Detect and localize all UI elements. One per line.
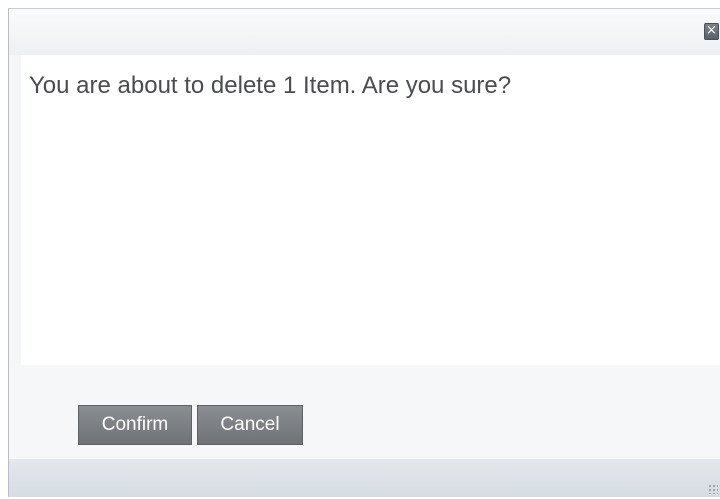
confirm-button[interactable]: Confirm xyxy=(78,405,192,445)
resize-grip-icon[interactable] xyxy=(708,484,718,494)
dialog-statusbar xyxy=(9,459,720,497)
dialog-titlebar: × xyxy=(9,9,720,55)
dialog-content: You are about to delete 1 Item. Are you … xyxy=(21,55,720,365)
confirm-delete-dialog: × You are about to delete 1 Item. Are yo… xyxy=(8,8,720,497)
cancel-button[interactable]: Cancel xyxy=(197,405,303,445)
dialog-button-bar: Confirm Cancel xyxy=(9,365,720,459)
close-icon[interactable]: × xyxy=(704,23,719,40)
confirmation-message: You are about to delete 1 Item. Are you … xyxy=(29,72,512,99)
